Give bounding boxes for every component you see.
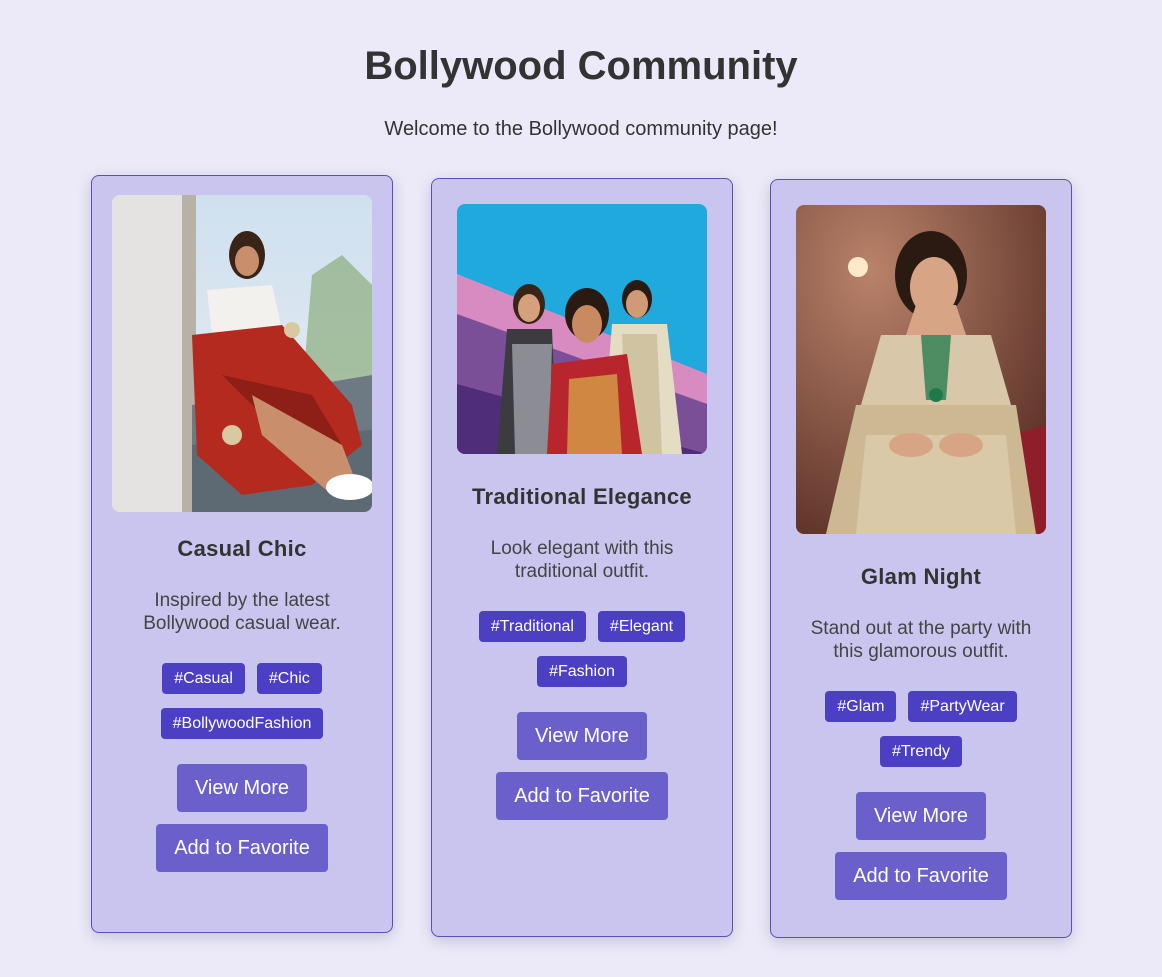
tag[interactable]: #Glam <box>825 691 897 722</box>
tag-list: #Glam #PartyWear #Trendy <box>801 691 1041 767</box>
tag[interactable]: #BollywoodFashion <box>160 708 324 739</box>
outfit-image-traditional-elegance <box>457 204 707 454</box>
page-title: Bollywood Community <box>364 44 798 88</box>
outfit-image-casual-chic <box>112 195 372 512</box>
tag[interactable]: #Fashion <box>537 656 627 687</box>
card-description: Stand out at the party with this glamoro… <box>810 618 1032 662</box>
card-title: Casual Chic <box>177 536 307 561</box>
view-more-button[interactable]: View More <box>176 764 308 812</box>
add-to-favorite-button[interactable]: Add to Favorite <box>835 852 1007 900</box>
tag[interactable]: #Traditional <box>478 611 586 642</box>
add-to-favorite-button[interactable]: Add to Favorite <box>156 824 328 872</box>
tag[interactable]: #PartyWear <box>908 691 1017 722</box>
card-description: Look elegant with this traditional outfi… <box>490 538 674 582</box>
view-more-button[interactable]: View More <box>516 712 648 760</box>
tag[interactable]: #Chic <box>256 663 322 694</box>
view-more-button[interactable]: View More <box>855 792 987 840</box>
add-to-favorite-button[interactable]: Add to Favorite <box>496 772 668 820</box>
card-description: Inspired by the latest Bollywood casual … <box>143 590 341 634</box>
card-title: Glam Night <box>860 564 982 589</box>
tag[interactable]: #Trendy <box>879 736 963 767</box>
tag-list: #Traditional #Elegant #Fashion <box>462 611 702 687</box>
outfit-card-glam-night: Glam Night Stand out at the party with t… <box>770 179 1072 938</box>
outfit-card-traditional-elegance: Traditional Elegance Look elegant with t… <box>431 178 733 937</box>
outfit-image-glam-night <box>796 205 1046 534</box>
card-title: Traditional Elegance <box>472 484 692 509</box>
tag-list: #Casual #Chic #BollywoodFashion <box>122 663 362 739</box>
page-subtitle: Welcome to the Bollywood community page! <box>384 118 778 140</box>
outfit-card-casual-chic: Casual Chic Inspired by the latest Bolly… <box>91 175 393 933</box>
tag[interactable]: #Casual <box>162 663 245 694</box>
tag[interactable]: #Elegant <box>597 611 686 642</box>
